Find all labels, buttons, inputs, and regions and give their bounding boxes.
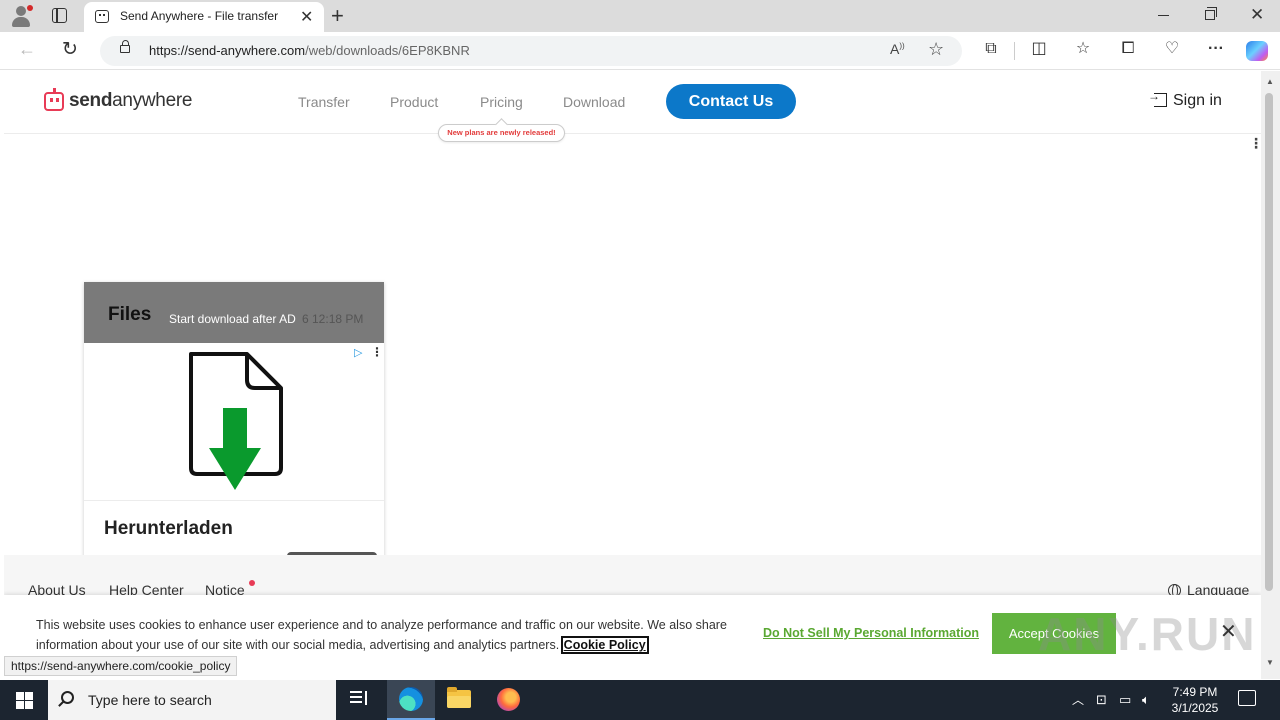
ad-banner[interactable]: ▷ ⋮ — [84, 343, 384, 501]
web-page: sendanywhere Transfer Product Pricing Do… — [4, 71, 1261, 679]
notice-badge-dot — [249, 580, 255, 586]
url-text[interactable]: https://send-anywhere.com/web/downloads/… — [149, 43, 470, 58]
volume-icon[interactable]: 🔈︎ — [1142, 692, 1150, 708]
split-screen-icon[interactable]: ◫ — [1030, 40, 1048, 58]
back-icon[interactable]: ← — [18, 39, 36, 60]
download-time: 6 12:18 PM — [302, 312, 364, 326]
windows-start-icon[interactable] — [0, 680, 48, 720]
new-tab-icon[interactable]: + — [331, 3, 344, 29]
cookie-policy-link[interactable]: Cookie Policy — [560, 636, 649, 654]
favorite-star-icon[interactable]: ☆ — [928, 39, 944, 60]
nav-pricing[interactable]: Pricing — [480, 94, 523, 110]
ad-title[interactable]: Herunterladen — [104, 518, 233, 540]
extensions-icon[interactable]: ⧉ — [982, 40, 1000, 58]
network-icon[interactable]: ▭ — [1119, 692, 1131, 708]
taskbar: Type here to search ︿ ⊡ ▭ 🔈︎ 7:49 PM 3/1… — [0, 680, 1280, 720]
toolbar-divider — [1014, 42, 1015, 60]
files-card-header: Files 6 12:18 PM Start download after AD — [84, 282, 384, 343]
taskbar-firefox[interactable] — [484, 680, 532, 720]
status-bar-url: https://send-anywhere.com/cookie_policy — [4, 656, 238, 676]
url-field[interactable]: https://send-anywhere.com/web/downloads/… — [100, 36, 962, 66]
clock-date: 3/1/2025 — [1171, 701, 1219, 715]
profile-icon[interactable] — [10, 5, 33, 27]
taskbar-edge[interactable] — [387, 680, 435, 720]
scroll-down-icon[interactable]: ▼ — [1266, 658, 1274, 667]
sign-in-link[interactable]: Sign in — [1148, 89, 1222, 110]
tray-chevron-icon[interactable]: ︿ — [1072, 691, 1084, 708]
page-options-icon[interactable]: ⋮ — [1249, 136, 1261, 150]
task-view-icon[interactable] — [350, 691, 368, 707]
files-card: Files 6 12:18 PM Start download after AD… — [84, 282, 384, 562]
sign-in-icon — [1148, 89, 1167, 107]
read-aloud-icon[interactable]: A)) — [890, 41, 905, 57]
browser-tab[interactable]: Send Anywhere - File transfer ✕ — [84, 2, 324, 32]
site-header: sendanywhere Transfer Product Pricing Do… — [4, 71, 1261, 142]
pricing-announcement-badge: New plans are newly released! — [438, 124, 565, 142]
restore-icon[interactable] — [1205, 7, 1217, 20]
copilot-icon[interactable] — [1246, 41, 1268, 61]
folder-icon — [447, 687, 471, 708]
window-close-icon[interactable]: ✕ — [1250, 5, 1264, 25]
files-title: Files — [108, 304, 152, 325]
notification-icon[interactable] — [1238, 690, 1256, 706]
close-tab-icon[interactable]: ✕ — [300, 7, 313, 27]
nav-transfer[interactable]: Transfer — [298, 94, 350, 110]
lock-icon[interactable] — [120, 40, 130, 53]
tray-app-icon[interactable]: ⊡ — [1096, 692, 1107, 708]
page-scrollbar[interactable]: ▲ ▼ — [1261, 71, 1280, 679]
cookie-message: This website uses cookies to enhance use… — [36, 618, 727, 654]
minimize-icon[interactable] — [1158, 15, 1169, 16]
search-placeholder: Type here to search — [88, 692, 212, 708]
favorites-icon[interactable]: ☆ — [1074, 40, 1092, 58]
taskbar-search-field[interactable]: Type here to search — [48, 680, 336, 720]
collections-icon[interactable]: ⧠ — [1119, 40, 1137, 58]
system-clock[interactable]: 7:49 PM 3/1/2025 — [1168, 684, 1222, 716]
nav-download[interactable]: Download — [563, 94, 625, 110]
send-anywhere-logo-icon[interactable] — [44, 88, 64, 111]
site-logo[interactable]: sendanywhere — [69, 90, 192, 112]
tab-actions-icon[interactable] — [52, 8, 67, 23]
address-bar: ← ↻ https://send-anywhere.com/web/downlo… — [0, 32, 1280, 70]
contact-us-button[interactable]: Contact Us — [666, 84, 796, 119]
browser-essentials-icon[interactable]: ♡ — [1163, 40, 1181, 58]
adchoices-icon[interactable]: ▷ — [354, 346, 362, 359]
ad-options-icon[interactable]: ⋮ — [371, 345, 383, 359]
scroll-up-icon[interactable]: ▲ — [1266, 77, 1274, 86]
cookie-close-icon[interactable]: ✕ — [1220, 619, 1237, 644]
clock-time: 7:49 PM — [1172, 685, 1218, 699]
tab-title: Send Anywhere - File transfer — [120, 9, 279, 23]
tab-bar: Send Anywhere - File transfer ✕ + ✕ — [0, 0, 1280, 32]
scrollbar-thumb[interactable] — [1265, 93, 1273, 591]
do-not-sell-link[interactable]: Do Not Sell My Personal Information — [763, 626, 979, 640]
nav-product[interactable]: Product — [390, 94, 438, 110]
search-icon — [61, 691, 74, 704]
site-favicon-icon — [95, 10, 109, 23]
start-download-notice: Start download after AD — [169, 312, 296, 326]
reload-icon[interactable]: ↻ — [62, 38, 78, 61]
more-icon[interactable]: ··· — [1207, 40, 1225, 58]
firefox-icon — [497, 688, 520, 711]
edge-icon — [399, 687, 423, 711]
taskbar-file-explorer[interactable] — [435, 680, 483, 720]
download-file-icon — [189, 352, 283, 490]
